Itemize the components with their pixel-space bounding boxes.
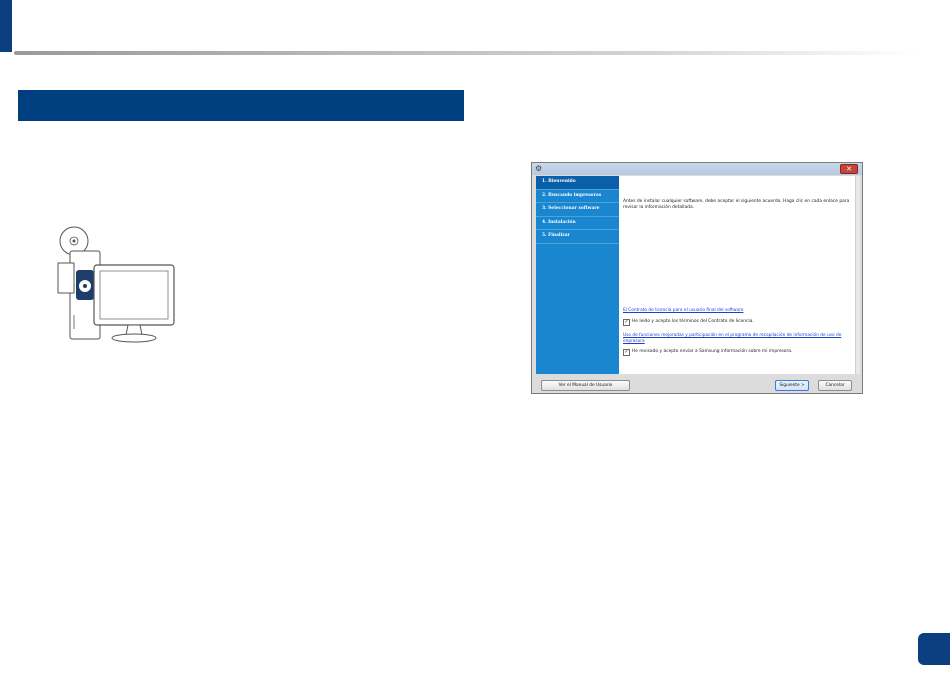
- step-item-buscando-impresoras[interactable]: 2. Buscando impresoras: [536, 190, 619, 203]
- usage-program-link[interactable]: Uso de funciones mejoradas y participaci…: [623, 333, 851, 344]
- corner-tab: [0, 0, 12, 52]
- step-item-instalacion[interactable]: 4. Instalación: [536, 217, 619, 230]
- steps-sidebar: 1. Bienvenido 2. Buscando impresoras 3. …: [536, 176, 619, 374]
- cd-computer-illustration: [57, 226, 175, 343]
- cancel-button[interactable]: Cancelar: [818, 380, 852, 391]
- installer-app-icon: ⚙: [535, 164, 543, 173]
- intro-text: Antes de instalar cualquier software, de…: [623, 199, 850, 210]
- monitor-icon: [93, 264, 175, 343]
- step-item-finalizar[interactable]: 5. Finalizar: [536, 230, 619, 244]
- step-item-seleccionar-software[interactable]: 3. Seleccionar software: [536, 203, 619, 217]
- license-checkbox[interactable]: ✓: [623, 319, 630, 326]
- section-header-bar: [18, 90, 464, 121]
- license-checkbox-label: He leído y acepto los términos del Contr…: [632, 319, 754, 324]
- program-checkbox-row[interactable]: ✓ He revisado y acepto enviar a Samsung i…: [623, 349, 792, 356]
- next-button[interactable]: Siguiente >: [775, 380, 809, 391]
- content-scrollbar[interactable]: [855, 176, 860, 374]
- close-button[interactable]: ✕: [840, 164, 858, 174]
- installer-window: ⚙ ✕ 1. Bienvenido 2. Buscando impresoras…: [531, 162, 863, 394]
- installer-content-pane: Antes de instalar cualquier software, de…: [619, 176, 855, 374]
- program-checkbox[interactable]: ✓: [623, 349, 630, 356]
- step-item-bienvenido[interactable]: 1. Bienvenido: [536, 176, 619, 190]
- program-checkbox-label: He revisado y acepto enviar a Samsung in…: [632, 349, 793, 354]
- license-agreement-link[interactable]: El Contrato de licencia para el usuario …: [623, 308, 851, 314]
- user-manual-button[interactable]: Ver el Manual de Usuario: [541, 380, 630, 391]
- window-titlebar: ⚙ ✕: [532, 163, 862, 175]
- header-divider: [14, 51, 919, 55]
- page-number-badge: [918, 633, 950, 665]
- license-checkbox-row[interactable]: ✓ He leído y acepto los términos del Cont…: [623, 319, 754, 326]
